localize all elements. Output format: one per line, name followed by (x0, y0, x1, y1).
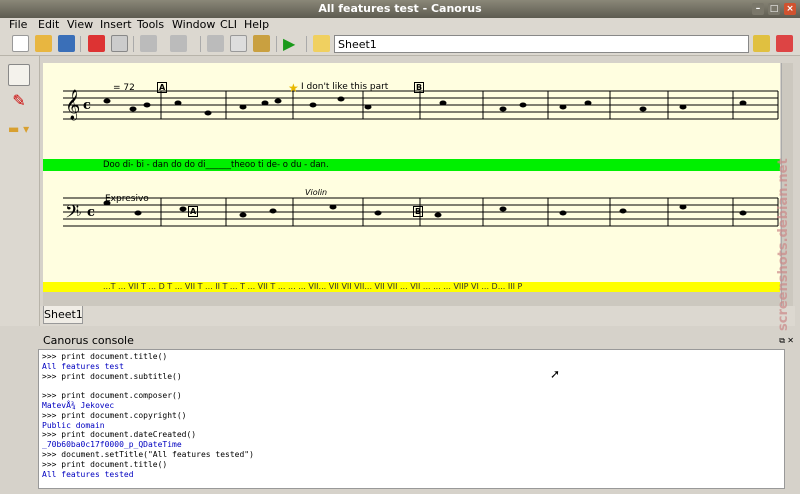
remove-sheet-icon[interactable] (753, 35, 770, 52)
print-icon[interactable] (111, 35, 128, 52)
select-mode-icon[interactable] (8, 64, 30, 86)
window-close-icon[interactable]: × (784, 3, 796, 15)
console-line: >>> print document.subtitle() (42, 371, 182, 381)
menu-view[interactable]: View (67, 18, 93, 32)
play-icon[interactable]: ▶ (283, 35, 300, 52)
new-file-icon[interactable] (12, 35, 29, 52)
console-line: >>> print document.copyright() (42, 410, 187, 420)
svg-text:c: c (87, 205, 95, 220)
menu-file[interactable]: File (9, 18, 27, 32)
export-pdf-icon[interactable] (88, 35, 105, 52)
console-line: All features test (42, 361, 124, 371)
cut-icon[interactable] (207, 35, 224, 52)
open-file-icon[interactable] (35, 35, 52, 52)
console-line: >>> print document.title() (42, 459, 168, 469)
console-line: >>> print document.dateCreated() (42, 430, 197, 440)
new-sheet-icon[interactable] (313, 35, 330, 52)
score-view[interactable]: 𝄞 c 𝄢 ♭ c = 72 A ★ I don't like this par… (43, 63, 780, 292)
menu-bar: File Edit View Insert Tools Window CLI H… (0, 18, 800, 32)
sheet-tab-strip: Sheet1 (40, 306, 795, 326)
menu-help[interactable]: Help (244, 18, 269, 32)
console-title: Canorus console (43, 334, 134, 347)
console-header: Canorus console ⧉ ✕ (40, 334, 795, 348)
menu-window[interactable]: Window (172, 18, 215, 32)
svg-text:c: c (83, 98, 91, 113)
window-maximize-icon[interactable]: □ (768, 3, 780, 15)
score-annotation: I don't like this part (301, 82, 389, 92)
console-line: Public domain (42, 420, 105, 430)
mouse-cursor-icon: ➚ (550, 367, 561, 381)
console-line: MatevÅ¾ Jekovec (42, 400, 115, 410)
redo-icon[interactable] (170, 35, 187, 52)
svg-text:♭: ♭ (76, 205, 82, 219)
tempo-marking: = 72 (113, 83, 135, 93)
menu-tools[interactable]: Tools (137, 18, 164, 32)
main-toolbar: ▶ (0, 32, 800, 56)
copy-icon[interactable] (230, 35, 247, 52)
score-horizontal-scrollbar[interactable] (43, 292, 780, 306)
instrument-change-text: Violin (305, 188, 328, 197)
console-line: >>> print document.composer() (42, 391, 182, 401)
console-line: >>> print document.title() (42, 352, 168, 361)
close-sheet-icon[interactable] (776, 35, 793, 52)
tools-sidebar: ✎ ▬ ▾ (0, 56, 40, 326)
window-minimize-icon[interactable]: – (752, 3, 764, 15)
rehearsal-mark-a: A (157, 82, 168, 93)
console-line: >>> document.setTitle("All features test… (42, 449, 254, 459)
menu-insert[interactable]: Insert (100, 18, 132, 32)
window-title: All features test - Canorus (318, 2, 482, 15)
new-context-icon[interactable]: ▬ ▾ (8, 118, 36, 140)
score-canvas: 𝄞 c 𝄢 ♭ c (63, 89, 779, 227)
save-file-icon[interactable] (58, 35, 75, 52)
insert-mode-icon[interactable]: ✎ (8, 90, 30, 112)
menu-cli[interactable]: CLI (220, 18, 237, 32)
rehearsal-mark-b-bass: B (413, 206, 424, 217)
paste-icon[interactable] (253, 35, 270, 52)
tab-sheet1[interactable]: Sheet1 (43, 306, 83, 324)
annotation-star-icon: ★ (288, 81, 299, 95)
window-title-bar: All features test - Canorus – □ × (0, 0, 800, 18)
rehearsal-mark-a-bass: A (188, 206, 199, 217)
svg-text:𝄞: 𝄞 (65, 89, 80, 121)
menu-edit[interactable]: Edit (38, 18, 59, 32)
sheet-name-input[interactable] (334, 35, 749, 53)
expression-text: Expresivo (105, 194, 149, 204)
console-line: All features tested (42, 469, 134, 479)
undo-icon[interactable] (140, 35, 157, 52)
console-line: _70b60ba0c17f0000_p_QDateTime (42, 440, 182, 450)
watermark-text: screenshots.debian.net (776, 158, 791, 332)
rehearsal-mark-b: B (414, 82, 425, 93)
lyrics-text: Doo di- bi - dan do do di______theoo ti … (103, 160, 329, 170)
console-output[interactable]: >>> print document.title() All features … (38, 349, 785, 489)
function-marks-text: ...T ... VII T ... D T ... VII T ... II … (103, 282, 523, 291)
